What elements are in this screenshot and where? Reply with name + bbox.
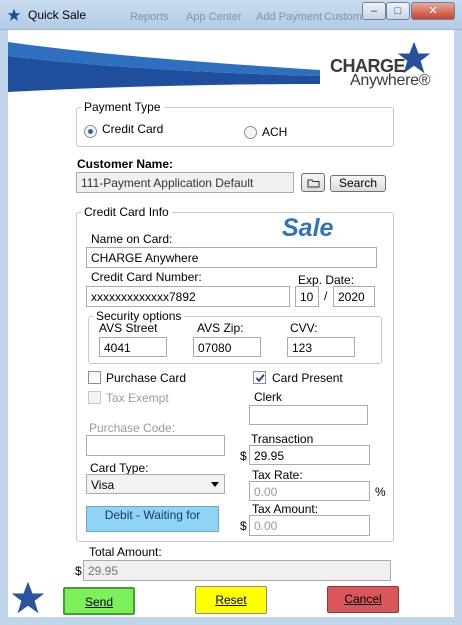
total-currency-symbol: $ bbox=[75, 564, 82, 578]
checkmark-icon bbox=[255, 374, 265, 383]
tax-exempt-label: Tax Exempt bbox=[106, 391, 169, 405]
avs-zip-field[interactable]: 07080 bbox=[193, 337, 261, 357]
tax-rate-label: Tax Rate: bbox=[252, 468, 303, 482]
transaction-mode-label: Sale bbox=[282, 214, 334, 242]
window-frame-right bbox=[454, 30, 462, 625]
tax-amount-currency-symbol: $ bbox=[240, 519, 247, 533]
credit-card-radio[interactable] bbox=[84, 125, 97, 138]
tax-amount-label: Tax Amount: bbox=[252, 502, 319, 516]
tax-rate-field[interactable]: 0.00 bbox=[249, 481, 370, 501]
purchase-code-label: Purchase Code: bbox=[89, 421, 176, 435]
ach-label[interactable]: ACH bbox=[262, 125, 287, 139]
card-present-checkbox[interactable] bbox=[253, 371, 266, 384]
credit-card-label[interactable]: Credit Card bbox=[102, 122, 163, 136]
debit-status-button[interactable]: Debit - Waiting for bbox=[86, 506, 219, 532]
tax-rate-percent-sign: % bbox=[375, 485, 386, 499]
purchase-card-checkbox[interactable] bbox=[88, 371, 101, 384]
chevron-down-icon bbox=[211, 482, 219, 487]
reset-button[interactable]: Reset bbox=[195, 586, 267, 614]
name-on-card-label: Name on Card: bbox=[91, 232, 173, 246]
purchase-card-label[interactable]: Purchase Card bbox=[106, 371, 186, 385]
title-bar[interactable]: Quick Sale Reports App Center Add Paymen… bbox=[0, 0, 462, 30]
exp-date-label: Exp. Date: bbox=[298, 273, 355, 287]
logo-text-anywhere: Anywhere® bbox=[350, 72, 431, 89]
cvv-field[interactable]: 123 bbox=[287, 337, 355, 357]
tax-exempt-checkbox[interactable] bbox=[88, 391, 101, 404]
purchase-code-field[interactable] bbox=[86, 435, 225, 456]
payment-type-legend: Payment Type bbox=[81, 100, 164, 114]
background-menu-custom: Custom bbox=[324, 11, 362, 23]
window-title: Quick Sale bbox=[28, 8, 87, 22]
card-present-label[interactable]: Card Present bbox=[272, 371, 343, 385]
card-type-selected-value: Visa bbox=[91, 478, 115, 492]
close-button[interactable]: ✕ bbox=[411, 2, 455, 20]
clerk-label: Clerk bbox=[254, 390, 283, 404]
background-menu-add-payment: Add Payment bbox=[256, 11, 323, 23]
exp-date-separator: / bbox=[324, 289, 328, 303]
name-on-card-field[interactable]: CHARGE Anywhere bbox=[86, 247, 377, 268]
search-button[interactable]: Search bbox=[330, 175, 386, 192]
customer-name-label: Customer Name: bbox=[77, 157, 174, 171]
maximize-button[interactable]: □ bbox=[386, 2, 410, 20]
folder-icon bbox=[307, 179, 320, 188]
card-number-field[interactable]: xxxxxxxxxxxxx7892 bbox=[86, 286, 290, 307]
customer-name-field[interactable]: 111-Payment Application Default bbox=[76, 172, 294, 193]
card-type-select[interactable]: Visa bbox=[86, 474, 225, 494]
avs-zip-label: AVS Zip: bbox=[197, 321, 244, 335]
avs-street-label: AVS Street bbox=[99, 321, 158, 335]
window-frame-left bbox=[0, 30, 8, 625]
exp-year-field[interactable]: 2020 bbox=[333, 286, 375, 307]
exp-month-field[interactable]: 10 bbox=[295, 286, 319, 307]
transaction-amount-field[interactable]: 29.95 bbox=[249, 445, 370, 465]
total-amount-label: Total Amount: bbox=[89, 545, 162, 559]
ach-radio[interactable] bbox=[244, 126, 257, 139]
transaction-currency-symbol: $ bbox=[240, 449, 247, 463]
card-number-label: Credit Card Number: bbox=[91, 270, 202, 284]
app-star-icon bbox=[7, 8, 21, 21]
background-menu-reports: Reports bbox=[130, 11, 169, 23]
background-menu-app-center: App Center bbox=[186, 11, 242, 23]
footer-star-icon bbox=[11, 581, 45, 614]
customer-lookup-button[interactable] bbox=[301, 173, 325, 192]
window-frame-bottom bbox=[0, 617, 462, 625]
total-amount-field: 29.95 bbox=[83, 560, 391, 581]
clerk-field[interactable] bbox=[249, 405, 368, 425]
cancel-button[interactable]: Cancel bbox=[327, 586, 399, 613]
card-type-label: Card Type: bbox=[90, 461, 149, 475]
tax-amount-field[interactable]: 0.00 bbox=[249, 515, 370, 536]
avs-street-field[interactable]: 4041 bbox=[99, 337, 167, 357]
cvv-label: CVV: bbox=[290, 321, 318, 335]
transaction-label: Transaction bbox=[251, 432, 314, 446]
send-button[interactable]: Send bbox=[63, 587, 135, 615]
credit-card-info-legend: Credit Card Info bbox=[81, 205, 172, 219]
minimize-button[interactable]: – bbox=[362, 2, 386, 20]
